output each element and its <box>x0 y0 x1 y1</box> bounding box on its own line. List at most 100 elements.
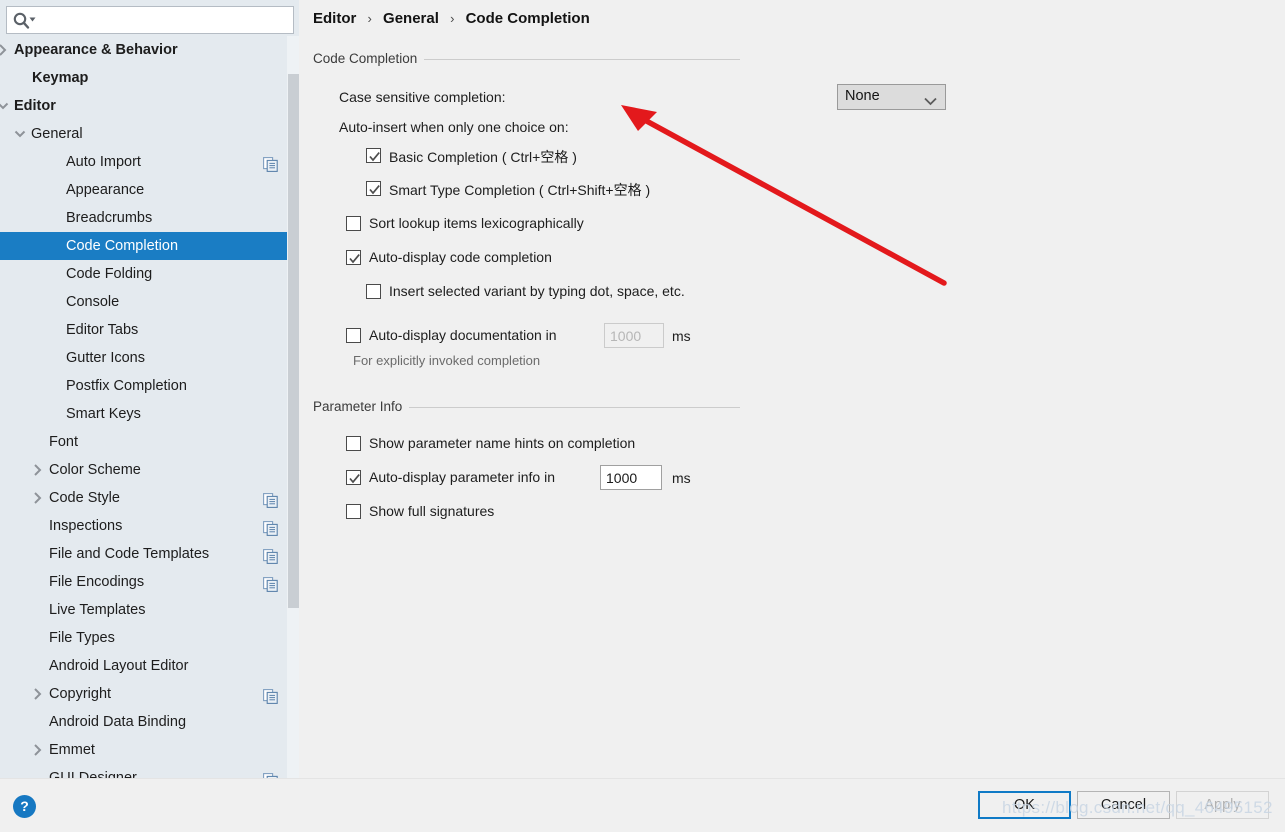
sidebar-item-code-completion[interactable]: Code Completion <box>0 232 300 260</box>
case-sensitive-value: None <box>845 88 880 104</box>
sidebar-item-file-types[interactable]: File Types <box>0 624 300 652</box>
group-title-parameter-info: Parameter Info <box>313 399 410 414</box>
sidebar-item-auto-import[interactable]: Auto Import <box>0 148 300 176</box>
sidebar-item-appearance[interactable]: Appearance <box>0 176 300 204</box>
sidebar-item-label: Appearance & Behavior <box>14 42 178 58</box>
settings-tree[interactable]: Appearance & Behavior Keymap Editor General… <box>0 36 300 778</box>
chevron-down-icon[interactable] <box>13 120 27 148</box>
basic-completion-label[interactable]: Basic Completion ( Ctrl+空格 ) <box>389 147 577 167</box>
sidebar-item-console[interactable]: Console <box>0 288 300 316</box>
sidebar-item-keymap[interactable]: Keymap <box>0 64 300 92</box>
sidebar-item-label: Android Data Binding <box>49 714 187 730</box>
check-icon <box>369 185 380 195</box>
sort-lookup-label[interactable]: Sort lookup items lexicographically <box>369 215 584 231</box>
auto-display-parameter-info-delay-input[interactable] <box>600 465 662 490</box>
sidebar-item-editor-tabs[interactable]: Editor Tabs <box>0 316 300 344</box>
copy-settings-icon[interactable] <box>263 574 278 592</box>
sidebar-item-label: Keymap <box>32 70 89 86</box>
search-input[interactable] <box>39 8 293 34</box>
show-full-signatures-label[interactable]: Show full signatures <box>369 503 494 519</box>
show-full-signatures-checkbox[interactable] <box>346 504 361 519</box>
sidebar-item-general[interactable]: General <box>0 120 300 148</box>
sidebar-item-live-templates[interactable]: Live Templates <box>0 596 300 624</box>
breadcrumb-part-editor[interactable]: Editor <box>313 10 356 27</box>
sidebar-item-emmet[interactable]: Emmet <box>0 736 300 764</box>
sidebar-item-code-folding[interactable]: Code Folding <box>0 260 300 288</box>
chevron-down-icon <box>924 93 937 111</box>
sidebar-item-gui-designer[interactable]: GUI Designer <box>0 764 300 778</box>
show-parameter-hints-checkbox[interactable] <box>346 436 361 451</box>
smart-type-completion-checkbox[interactable] <box>366 181 381 196</box>
chevron-right-icon[interactable] <box>31 484 45 512</box>
sidebar-item-android-layout-editor[interactable]: Android Layout Editor <box>0 652 300 680</box>
auto-display-parameter-info-checkbox[interactable] <box>346 470 361 485</box>
basic-completion-checkbox[interactable] <box>366 148 381 163</box>
sidebar-item-copyright[interactable]: Copyright <box>0 680 300 708</box>
sidebar-item-label: File and Code Templates <box>49 546 210 562</box>
sidebar-scrollbar-thumb[interactable] <box>288 74 299 608</box>
search-icon[interactable] <box>12 11 38 31</box>
sidebar-item-gutter-icons[interactable]: Gutter Icons <box>0 344 300 372</box>
sidebar-item-postfix-completion[interactable]: Postfix Completion <box>0 372 300 400</box>
copy-settings-icon[interactable] <box>263 154 278 172</box>
sidebar-item-label: Appearance <box>66 182 145 198</box>
insert-selected-variant-label[interactable]: Insert selected variant by typing dot, s… <box>389 283 685 299</box>
help-button[interactable]: ? <box>13 795 36 818</box>
sidebar-item-label: Breadcrumbs <box>66 210 153 226</box>
check-icon <box>369 152 380 162</box>
sidebar-item-breadcrumbs[interactable]: Breadcrumbs <box>0 204 300 232</box>
chevron-right-icon[interactable] <box>31 680 45 708</box>
watermark-text: https://blog.csdn.net/qq_46495152 <box>1002 798 1273 817</box>
auto-display-documentation-checkbox[interactable] <box>346 328 361 343</box>
sidebar-item-inspections[interactable]: Inspections <box>0 512 300 540</box>
auto-display-documentation-label[interactable]: Auto-display documentation in <box>369 327 557 343</box>
auto-display-code-completion-checkbox[interactable] <box>346 250 361 265</box>
sidebar-item-label: File Types <box>49 630 115 646</box>
breadcrumb-part-general[interactable]: General <box>383 10 439 27</box>
copy-settings-icon[interactable] <box>263 490 278 508</box>
sidebar-item-label: General <box>31 126 83 142</box>
settings-content-panel: Editor › General › Code Completion Code … <box>301 0 1285 778</box>
sidebar-item-smart-keys[interactable]: Smart Keys <box>0 400 300 428</box>
sidebar-item-android-data-binding[interactable]: Android Data Binding <box>0 708 300 736</box>
copy-settings-icon[interactable] <box>263 518 278 536</box>
breadcrumb-part-code-completion: Code Completion <box>465 10 590 27</box>
sort-lookup-checkbox[interactable] <box>346 216 361 231</box>
sidebar-item-label: Smart Keys <box>66 406 141 422</box>
sidebar-item-label: Editor Tabs <box>66 322 139 338</box>
chevron-right-icon[interactable] <box>0 36 10 64</box>
sidebar-item-label: Console <box>66 294 120 310</box>
sidebar-item-file-encodings[interactable]: File Encodings <box>0 568 300 596</box>
sidebar-item-label: Code Completion <box>66 238 179 254</box>
copy-settings-icon[interactable] <box>263 546 278 564</box>
chevron-right-icon[interactable] <box>31 456 45 484</box>
sidebar-item-label: Gutter Icons <box>66 350 145 366</box>
smart-type-completion-label[interactable]: Smart Type Completion ( Ctrl+Shift+空格 ) <box>389 180 650 200</box>
group-rule-parameter-info <box>407 407 740 408</box>
settings-dialog: Appearance & Behavior Keymap Editor General… <box>0 0 1285 832</box>
insert-selected-variant-checkbox[interactable] <box>366 284 381 299</box>
auto-insert-label: Auto-insert when only one choice on: <box>339 119 569 135</box>
chevron-down-icon[interactable] <box>0 92 10 120</box>
auto-display-documentation-delay-input[interactable] <box>604 323 664 348</box>
sidebar-item-label: Editor <box>14 98 56 114</box>
sidebar-item-color-scheme[interactable]: Color Scheme <box>0 456 300 484</box>
auto-display-parameter-info-label[interactable]: Auto-display parameter info in <box>369 469 555 485</box>
show-parameter-hints-label[interactable]: Show parameter name hints on completion <box>369 435 635 451</box>
sidebar-item-appearance-behavior[interactable]: Appearance & Behavior <box>0 36 300 64</box>
sidebar-item-font[interactable]: Font <box>0 428 300 456</box>
copy-settings-icon[interactable] <box>263 686 278 704</box>
chevron-right-icon[interactable] <box>31 736 45 764</box>
search-box[interactable] <box>6 6 294 34</box>
group-rule-code-completion <box>421 59 740 60</box>
sidebar-item-file-and-code-templates[interactable]: File and Code Templates <box>0 540 300 568</box>
copy-settings-icon[interactable] <box>263 770 278 778</box>
case-sensitive-dropdown[interactable]: None <box>837 84 946 110</box>
auto-display-code-completion-label[interactable]: Auto-display code completion <box>369 249 552 265</box>
check-icon <box>349 254 360 264</box>
sidebar-item-editor[interactable]: Editor <box>0 92 300 120</box>
sidebar-item-code-style[interactable]: Code Style <box>0 484 300 512</box>
sidebar-item-label: Code Folding <box>66 266 153 282</box>
sidebar-item-label: Auto Import <box>66 154 141 170</box>
sidebar-item-label: Live Templates <box>49 602 146 618</box>
